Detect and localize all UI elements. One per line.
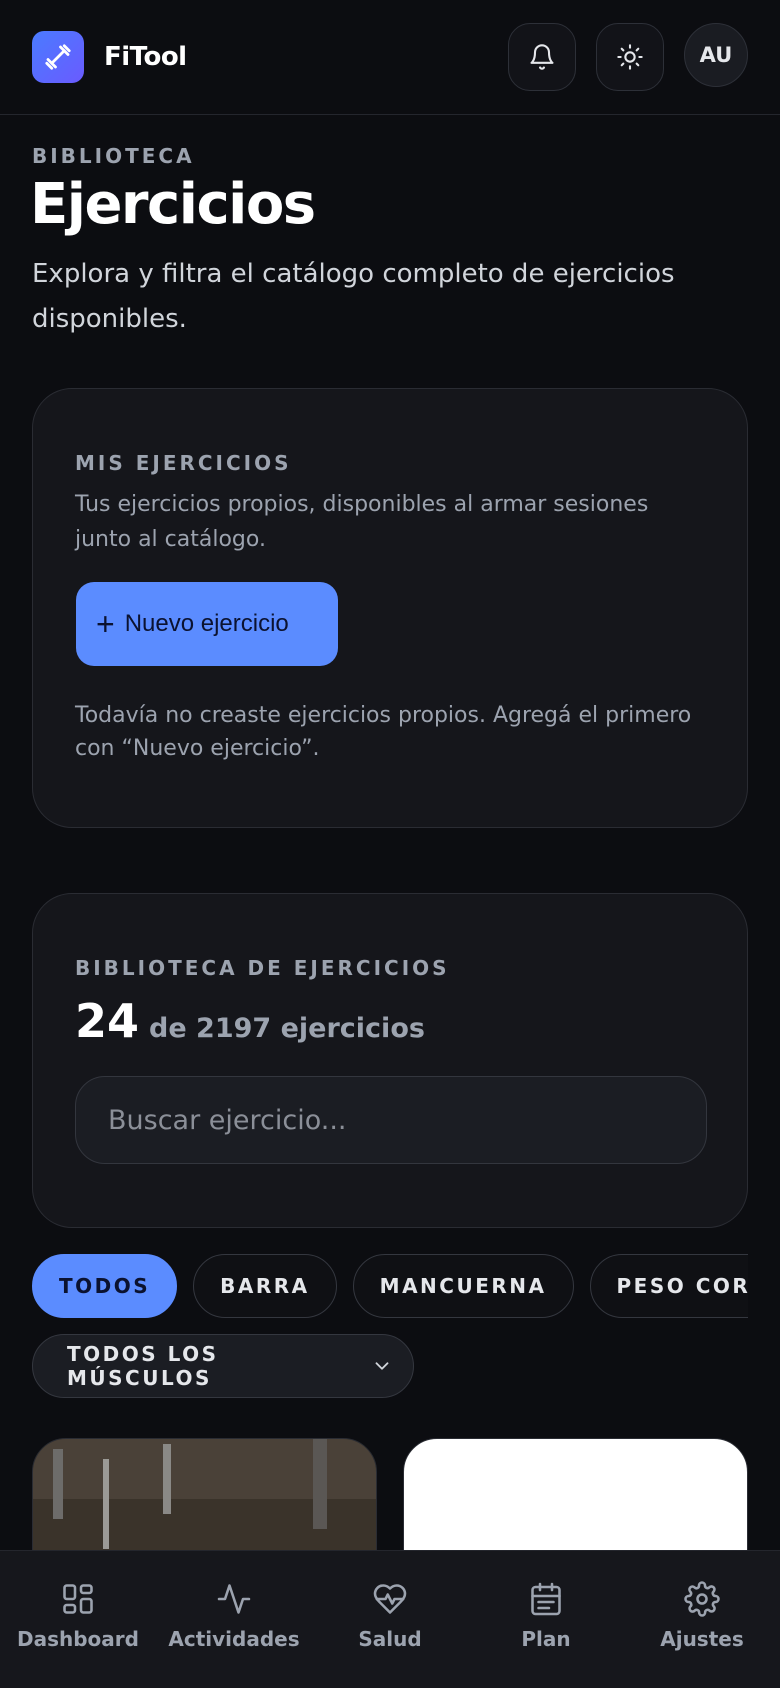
my-exercises-description: Tus ejercicios propios, disponibles al a…: [75, 492, 649, 552]
muscle-select-value: TODOS LOS MÚSCULOS: [67, 1342, 219, 1390]
calendar-icon: [531, 1582, 561, 1616]
user-avatar[interactable]: AU: [684, 23, 748, 87]
chip-todos[interactable]: TODOS: [32, 1254, 178, 1318]
chip-peso-corporal[interactable]: PESO CORPORAL: [589, 1254, 748, 1318]
search-input[interactable]: [75, 1076, 707, 1164]
library-overline: BIBLIOTECA DE EJERCICIOS: [75, 956, 450, 980]
chip-barra[interactable]: BARRA: [193, 1254, 337, 1318]
dashboard-icon: [63, 1584, 93, 1614]
new-exercise-button[interactable]: + Nuevo ejercicio: [76, 582, 338, 666]
chevron-down-icon: [371, 1355, 393, 1377]
bottom-navigation: Dashboard Actividades Salud Plan Ajustes: [0, 1550, 780, 1688]
nav-item-dashboard[interactable]: Dashboard: [3, 1581, 153, 1651]
total-count-text: de 2197 ejercicios: [149, 1013, 425, 1044]
exercise-count: 24 de 2197 ejercicios: [75, 994, 425, 1048]
my-exercises-overline: MIS EJERCICIOS: [75, 451, 292, 475]
muscle-select[interactable]: TODOS LOS MÚSCULOS: [32, 1334, 414, 1398]
heart-pulse-icon: [373, 1584, 407, 1614]
nav-label-salud: Salud: [358, 1627, 422, 1651]
my-exercises-card: MIS EJERCICIOS Tus ejercicios propios, d…: [32, 388, 748, 828]
exercise-library-card: BIBLIOTECA DE EJERCICIOS 24 de 2197 ejer…: [32, 893, 748, 1228]
sun-icon: [617, 44, 643, 70]
theme-toggle-button[interactable]: [596, 23, 664, 91]
nav-label-plan: Plan: [521, 1627, 571, 1651]
dumbbell-icon: [45, 44, 71, 70]
nav-label-dashboard: Dashboard: [17, 1627, 139, 1651]
app-logo[interactable]: [32, 31, 84, 83]
bell-icon: [530, 44, 554, 70]
plus-icon: +: [96, 606, 115, 642]
new-exercise-label: Nuevo ejercicio: [124, 610, 289, 637]
page-title: Ejercicios: [30, 172, 316, 237]
app-root: FiTool AU BIBLIOTECA Ejercicios Explora …: [0, 0, 780, 1688]
chip-mancuerna[interactable]: MANCUERNA: [352, 1254, 574, 1318]
nav-item-ajustes[interactable]: Ajustes: [627, 1581, 777, 1651]
header-actions: AU: [508, 23, 748, 91]
notifications-button[interactable]: [508, 23, 576, 91]
shown-count: 24: [75, 994, 140, 1048]
nav-item-salud[interactable]: Salud: [315, 1581, 465, 1651]
empty-state-text: Todavía no creaste ejercicios propios. A…: [75, 703, 692, 761]
nav-item-plan[interactable]: Plan: [471, 1581, 621, 1651]
activity-icon: [217, 1584, 251, 1614]
brand-name: FiTool: [104, 42, 187, 72]
gear-icon: [684, 1581, 720, 1617]
equipment-filter-chips: TODOS BARRA MANCUERNA PESO CORPORAL: [32, 1254, 748, 1320]
nav-label-ajustes: Ajustes: [660, 1627, 744, 1651]
page-overline: BIBLIOTECA: [32, 144, 195, 168]
top-bar: FiTool AU: [0, 0, 780, 115]
nav-label-actividades: Actividades: [168, 1627, 300, 1651]
page-description: Explora y filtra el catálogo completo de…: [32, 259, 675, 334]
nav-item-actividades[interactable]: Actividades: [159, 1581, 309, 1651]
